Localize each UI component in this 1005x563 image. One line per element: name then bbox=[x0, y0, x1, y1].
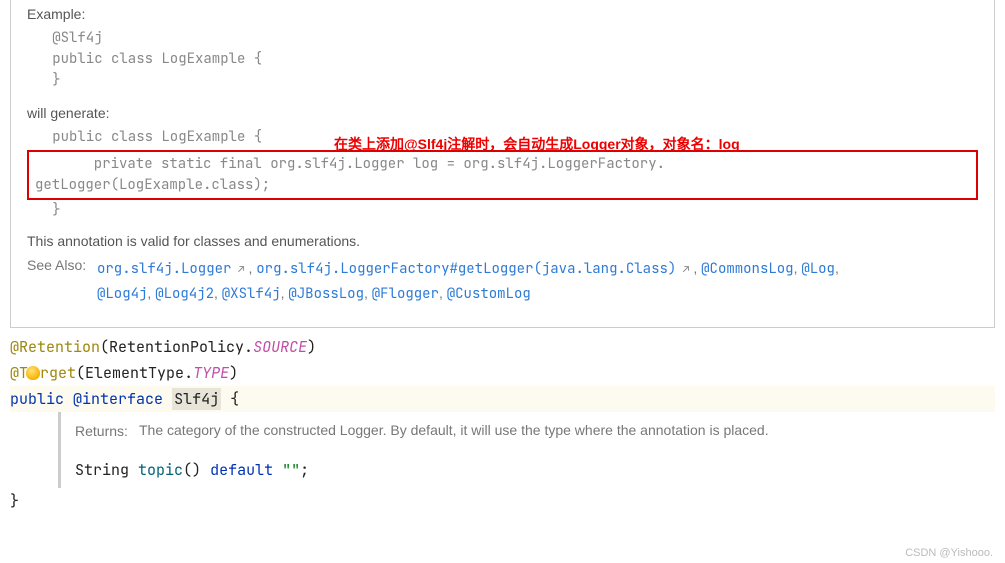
lightbulb-icon[interactable] bbox=[26, 366, 40, 380]
link-jbosslog[interactable]: @JBossLog bbox=[288, 285, 364, 303]
generate-line3: } bbox=[27, 200, 978, 221]
example-code: @Slf4j public class LogExample { } bbox=[27, 28, 978, 91]
javadoc-panel: Example: @Slf4j public class LogExample … bbox=[10, 0, 995, 328]
link-commonslog[interactable]: @CommonsLog bbox=[701, 260, 793, 278]
link-log4j[interactable]: @Log4j bbox=[97, 285, 147, 303]
see-also-label: See Also: bbox=[27, 257, 97, 273]
see-also-section: See Also: org.slf4j.Logger , org.slf4j.L… bbox=[27, 257, 978, 307]
generate-label: will generate: bbox=[27, 105, 978, 121]
closing-brace: } bbox=[10, 488, 995, 514]
link-log4j2[interactable]: @Log4j2 bbox=[155, 285, 214, 303]
watermark: CSDN @Yishooo. bbox=[905, 547, 993, 559]
link-log[interactable]: @Log bbox=[801, 260, 835, 278]
topic-method: String topic() default ""; bbox=[75, 442, 981, 488]
link-factory[interactable]: org.slf4j.LoggerFactory#getLogger(java.l… bbox=[256, 260, 689, 278]
code-editor[interactable]: @Retention(RetentionPolicy.SOURCE) @Trge… bbox=[0, 328, 1005, 514]
returns-text: The category of the constructed Logger. … bbox=[139, 420, 981, 442]
class-name-slf4j: Slf4j bbox=[172, 388, 221, 410]
returns-label: Returns: bbox=[75, 420, 139, 442]
example-label: Example: bbox=[27, 6, 978, 22]
annotation-note: 在类上添加@Slf4j注解时，会自动生成Logger对象，对象名：log bbox=[334, 134, 740, 154]
link-flogger[interactable]: @Flogger bbox=[372, 285, 439, 303]
returns-doc: Returns: The category of the constructed… bbox=[58, 412, 995, 488]
target-line: @Trget(ElementType.TYPE) bbox=[10, 360, 995, 386]
highlighted-generated-code: 在类上添加@Slf4j注解时，会自动生成Logger对象，对象名：log pri… bbox=[27, 150, 978, 200]
valid-text: This annotation is valid for classes and… bbox=[27, 233, 978, 249]
retention-line: @Retention(RetentionPolicy.SOURCE) bbox=[10, 334, 995, 360]
declaration-line: public @interface Slf4j { bbox=[10, 386, 995, 412]
link-logger[interactable]: org.slf4j.Logger bbox=[97, 260, 245, 278]
link-customlog[interactable]: @CustomLog bbox=[447, 285, 531, 303]
retention-annotation: @Retention bbox=[10, 337, 100, 357]
link-xslf4j[interactable]: @XSlf4j bbox=[222, 285, 281, 303]
